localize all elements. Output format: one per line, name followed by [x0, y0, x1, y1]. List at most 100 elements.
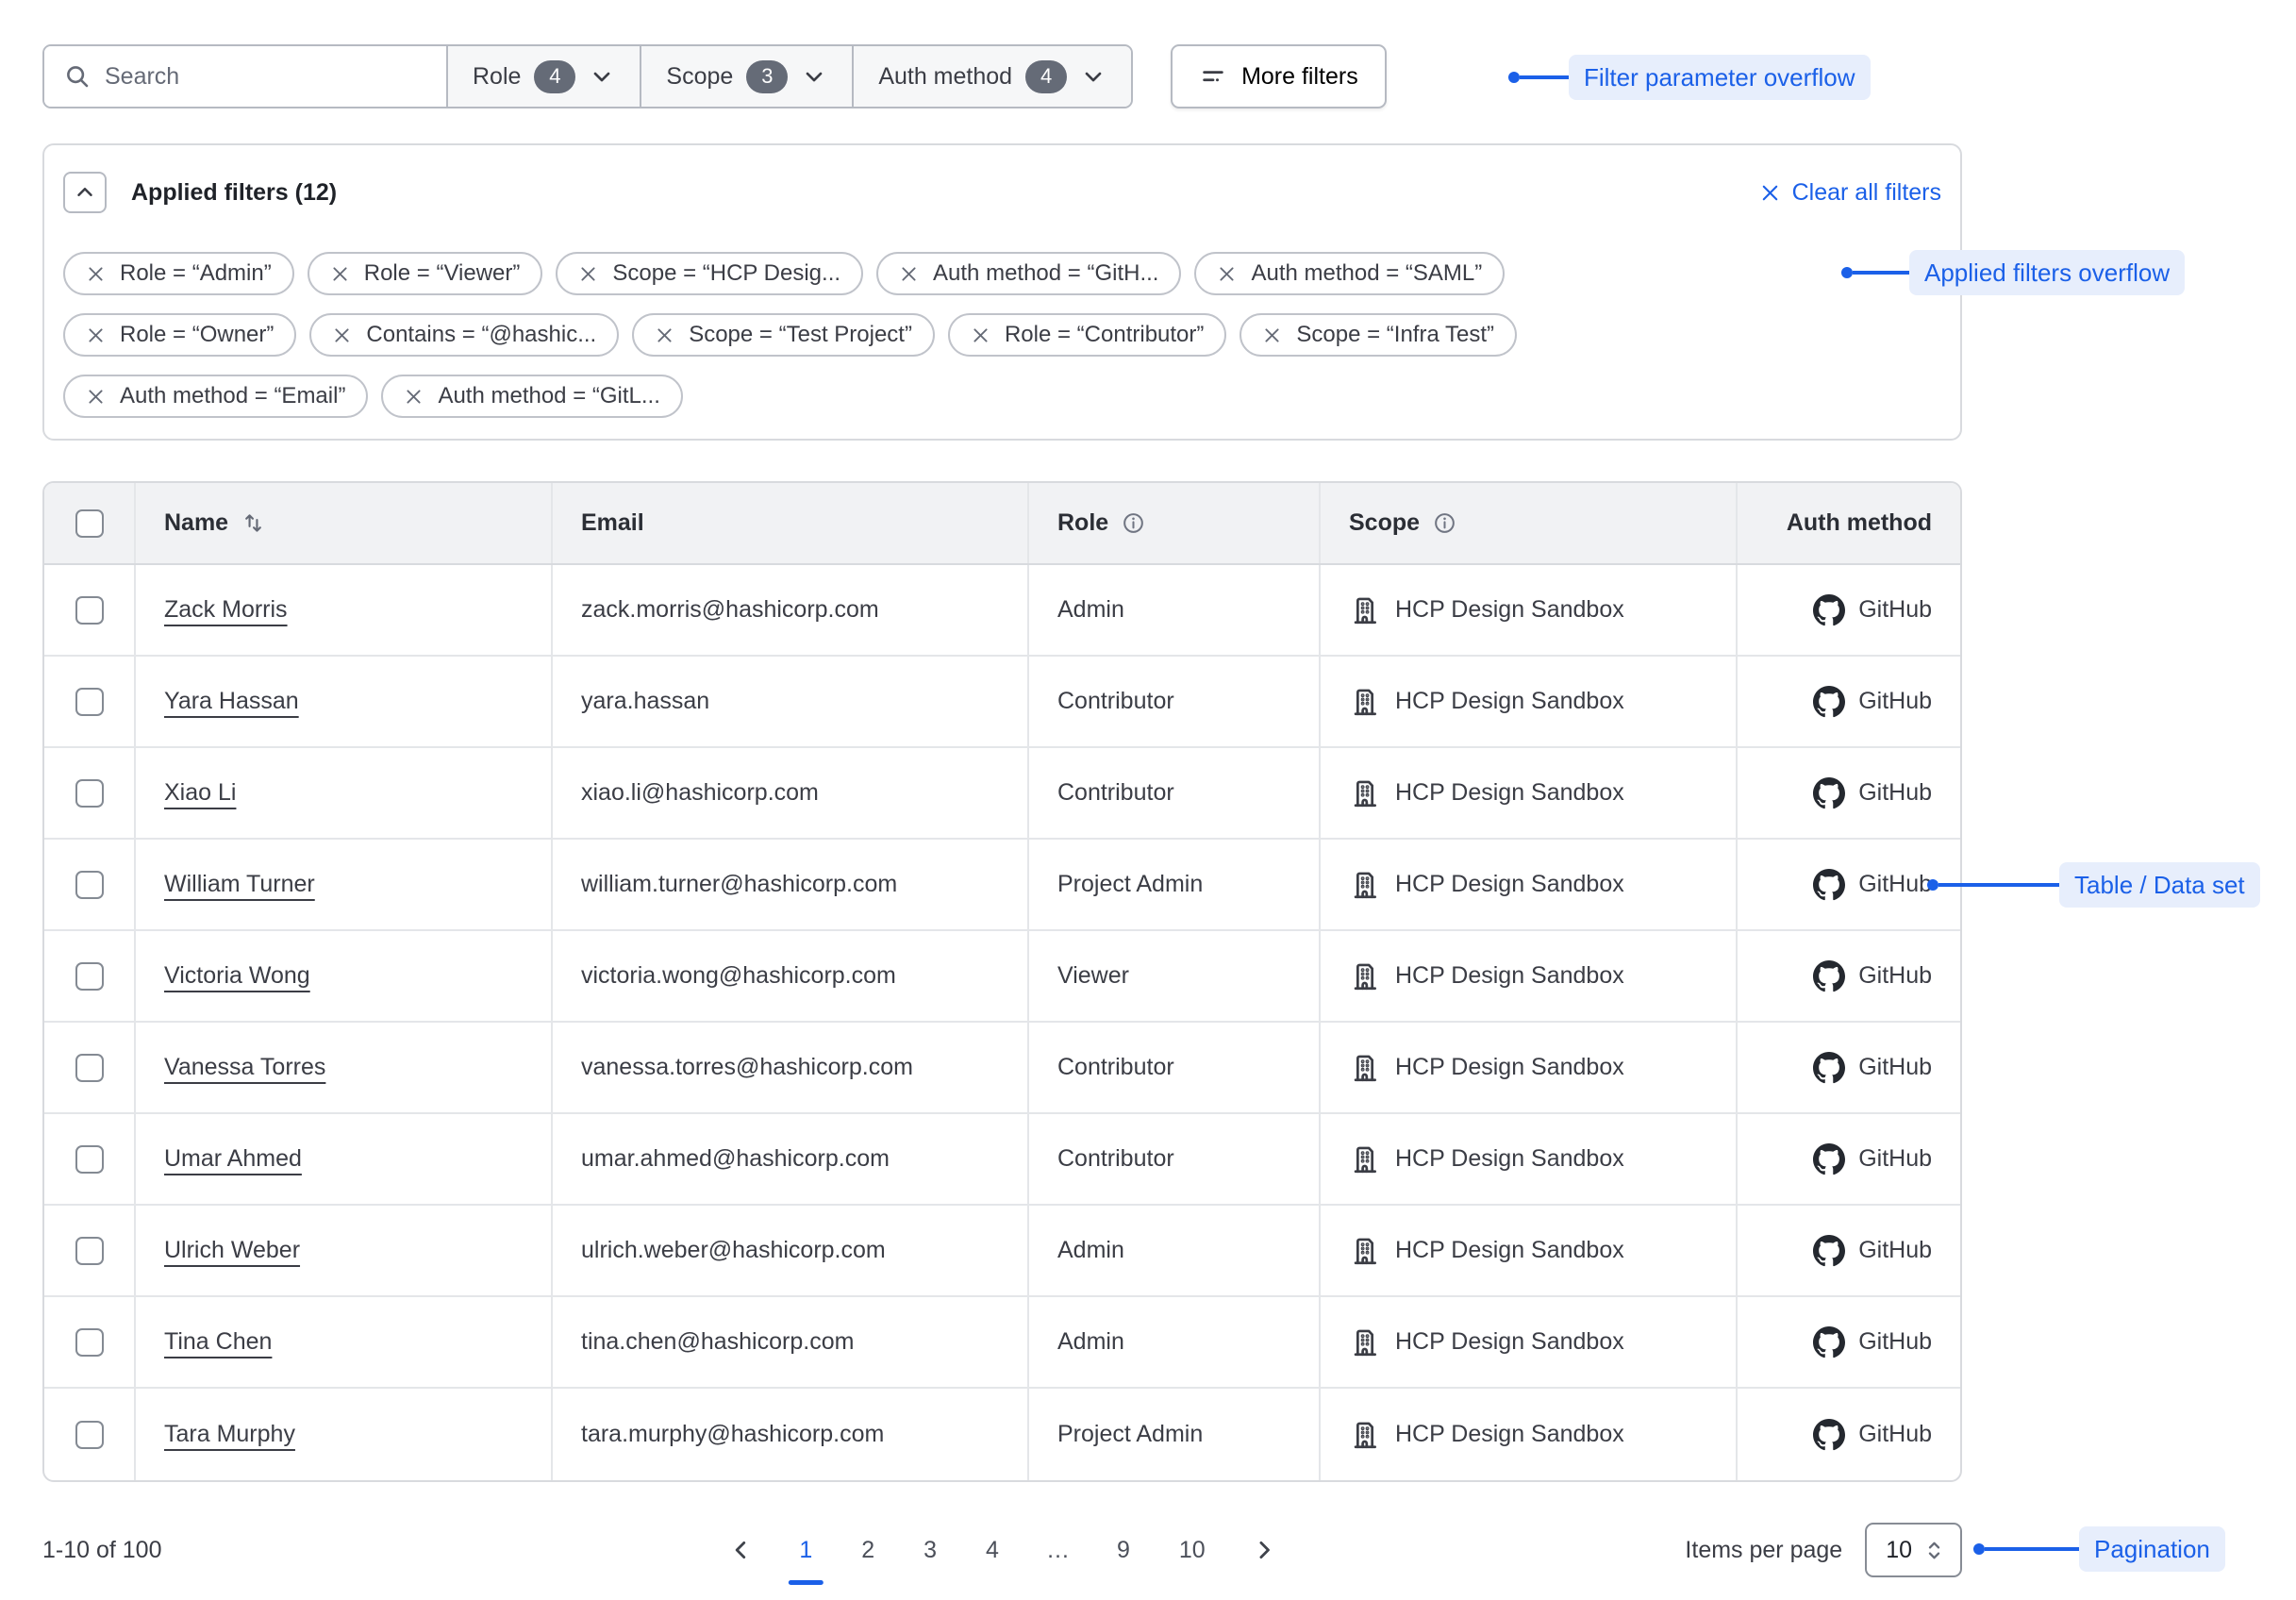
row-checkbox[interactable] — [75, 1237, 104, 1265]
page-number-button[interactable]: 9 — [1113, 1537, 1134, 1564]
row-select-cell — [44, 840, 134, 929]
applied-filter-chip[interactable]: Role = “Admin” — [63, 252, 294, 295]
annotation-applied-overflow: Applied filters overflow — [1841, 250, 2185, 295]
row-checkbox[interactable] — [75, 871, 104, 899]
user-name-link[interactable]: Zack Morris — [164, 596, 288, 624]
row-checkbox[interactable] — [75, 1421, 104, 1449]
page-number-button[interactable]: 1 — [795, 1537, 816, 1564]
github-icon — [1813, 686, 1845, 718]
close-icon[interactable] — [655, 325, 674, 345]
table-row: Ulrich Weber ulrich.weber@hashicorp.com … — [44, 1206, 1960, 1297]
name-cell: Ulrich Weber — [134, 1206, 551, 1295]
select-all-checkbox[interactable] — [75, 509, 104, 538]
more-filters-label: More filters — [1241, 63, 1358, 91]
row-select-cell — [44, 1297, 134, 1387]
scope-label: HCP Design Sandbox — [1395, 1145, 1624, 1173]
annotation-label: Applied filters overflow — [1909, 250, 2185, 295]
filter-dropdown[interactable]: Scope 3 — [640, 46, 852, 107]
info-icon[interactable] — [1121, 510, 1146, 536]
user-name-link[interactable]: Xiao Li — [164, 779, 236, 807]
sort-arrows-icon[interactable] — [241, 510, 266, 536]
header-name[interactable]: Name — [134, 483, 551, 563]
org-building-icon — [1349, 686, 1381, 718]
applied-filter-chip-label: Role = “Contributor” — [1005, 322, 1204, 348]
applied-filter-chip[interactable]: Auth method = “GitL... — [381, 375, 682, 418]
scope-label: HCP Design Sandbox — [1395, 596, 1624, 624]
applied-filter-chip[interactable]: Scope = “Test Project” — [632, 313, 935, 357]
collapse-toggle-button[interactable] — [63, 172, 107, 213]
close-icon[interactable] — [971, 325, 990, 345]
page-number-button[interactable]: 4 — [982, 1537, 1003, 1564]
user-name-link[interactable]: Ulrich Weber — [164, 1237, 300, 1264]
filter-count-badge: 3 — [746, 60, 788, 93]
row-checkbox[interactable] — [75, 962, 104, 991]
close-icon[interactable] — [330, 264, 350, 284]
table-row: Vanessa Torres vanessa.torres@hashicorp.… — [44, 1023, 1960, 1114]
applied-filters-title: Applied filters (12) — [131, 179, 337, 207]
table-header-row: Name Email Role Scope Aut — [44, 483, 1960, 565]
close-icon[interactable] — [1262, 325, 1282, 345]
applied-filter-chip[interactable]: Contains = “@hashic... — [309, 313, 619, 357]
page-number-button[interactable]: 2 — [857, 1537, 878, 1564]
auth-method-cell: GitHub — [1736, 931, 1960, 1021]
applied-filter-chip-label: Contains = “@hashic... — [366, 322, 596, 348]
user-name-link[interactable]: Tara Murphy — [164, 1421, 295, 1448]
scope-cell: HCP Design Sandbox — [1319, 565, 1736, 655]
close-icon[interactable] — [86, 325, 106, 345]
user-name-link[interactable]: Victoria Wong — [164, 962, 310, 990]
filter-dropdown-label: Auth method — [878, 63, 1012, 91]
row-checkbox[interactable] — [75, 779, 104, 808]
header-scope-label: Scope — [1349, 509, 1420, 537]
close-icon[interactable] — [404, 387, 424, 407]
applied-filter-chip[interactable]: Scope = “HCP Desig... — [556, 252, 863, 295]
more-filters-button[interactable]: More filters — [1171, 44, 1387, 108]
user-name-link[interactable]: William Turner — [164, 871, 315, 898]
close-icon[interactable] — [332, 325, 352, 345]
close-icon[interactable] — [899, 264, 919, 284]
page-number-button[interactable]: 10 — [1175, 1537, 1209, 1564]
scope-label: HCP Design Sandbox — [1395, 1421, 1624, 1448]
user-name-link[interactable]: Vanessa Torres — [164, 1054, 325, 1081]
row-checkbox[interactable] — [75, 1054, 104, 1082]
row-checkbox[interactable] — [75, 596, 104, 625]
table-footer: 1-10 of 100 1234…910 Items per page 10 — [42, 1517, 1962, 1583]
table-row: Zack Morris zack.morris@hashicorp.com Ad… — [44, 565, 1960, 657]
applied-filter-chip[interactable]: Role = “Contributor” — [948, 313, 1226, 357]
close-icon[interactable] — [86, 264, 106, 284]
next-page-button[interactable] — [1251, 1537, 1277, 1563]
scope-label: HCP Design Sandbox — [1395, 1328, 1624, 1356]
user-name-link[interactable]: Umar Ahmed — [164, 1145, 302, 1173]
row-checkbox[interactable] — [75, 688, 104, 716]
applied-filter-chip[interactable]: Auth method = “SAML” — [1194, 252, 1505, 295]
filter-dropdown[interactable]: Auth method 4 — [852, 46, 1131, 107]
applied-filter-chip-label: Auth method = “Email” — [120, 383, 345, 409]
scope-label: HCP Design Sandbox — [1395, 1237, 1624, 1264]
auth-method-cell: GitHub — [1736, 565, 1960, 655]
annotation-table: Table / Data set — [1927, 862, 2260, 908]
email-cell: umar.ahmed@hashicorp.com — [551, 1114, 1027, 1204]
annotation-filter-overflow: Filter parameter overflow — [1508, 55, 1871, 100]
close-icon[interactable] — [86, 387, 106, 407]
items-per-page-select[interactable]: 10 — [1865, 1523, 1962, 1577]
close-icon[interactable] — [1217, 264, 1237, 284]
filter-count-badge: 4 — [1025, 60, 1067, 93]
row-checkbox[interactable] — [75, 1328, 104, 1357]
close-icon[interactable] — [578, 264, 598, 284]
user-name-link[interactable]: Yara Hassan — [164, 688, 299, 715]
filter-dropdown[interactable]: Role 4 — [446, 46, 640, 107]
applied-filter-chip[interactable]: Auth method = “GitH... — [876, 252, 1181, 295]
row-checkbox[interactable] — [75, 1145, 104, 1174]
user-name-link[interactable]: Tina Chen — [164, 1328, 272, 1356]
previous-page-button[interactable] — [727, 1537, 754, 1563]
applied-filter-chip[interactable]: Role = “Owner” — [63, 313, 296, 357]
clear-all-filters-link[interactable]: Clear all filters — [1759, 179, 1941, 207]
applied-filter-chip[interactable]: Auth method = “Email” — [63, 375, 368, 418]
filter-count-badge: 4 — [534, 60, 575, 93]
info-icon[interactable] — [1432, 510, 1457, 536]
page-number-button[interactable]: 3 — [920, 1537, 940, 1564]
applied-filter-chip-label: Auth method = “SAML” — [1251, 260, 1482, 287]
applied-filter-chip[interactable]: Role = “Viewer” — [308, 252, 543, 295]
applied-filter-chip[interactable]: Scope = “Infra Test” — [1240, 313, 1517, 357]
search-input[interactable] — [105, 63, 427, 91]
header-email: Email — [551, 483, 1027, 563]
